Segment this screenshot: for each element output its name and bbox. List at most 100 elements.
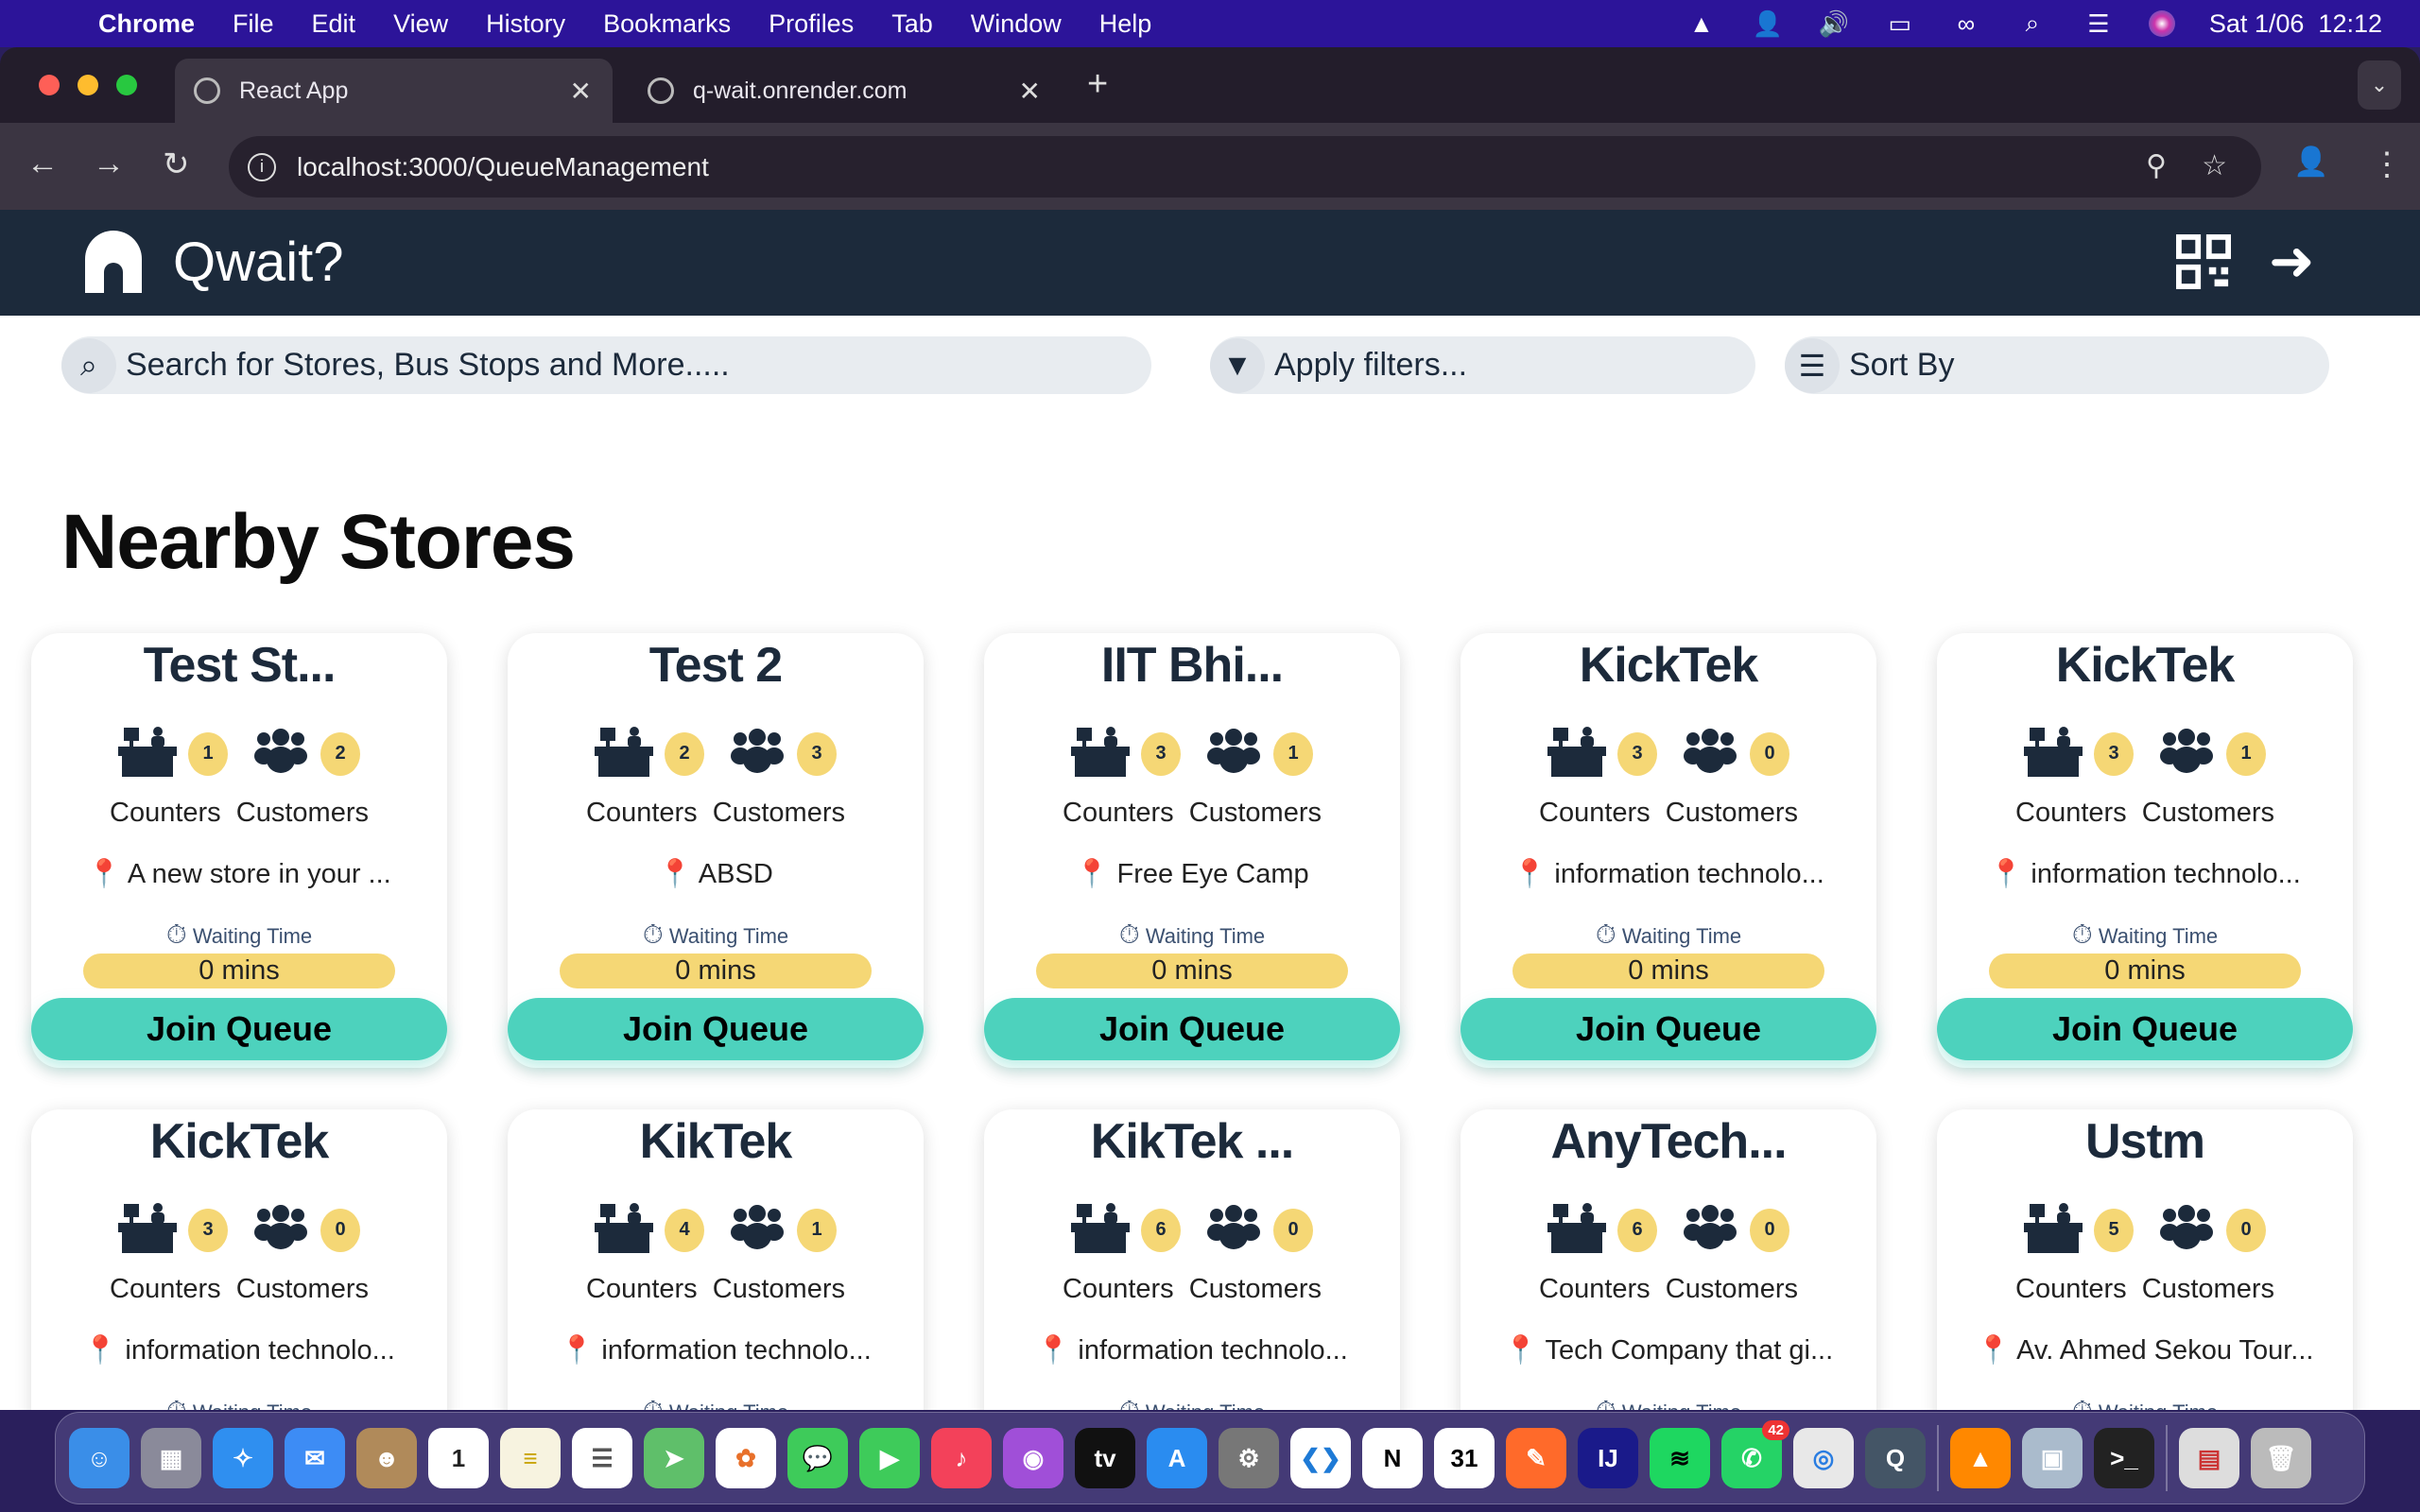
join-queue-button[interactable]: Join Queue bbox=[1461, 998, 1876, 1060]
search-input[interactable]: Search for Stores, Bus Stops and More...… bbox=[126, 347, 730, 384]
siri-icon[interactable] bbox=[2148, 10, 2175, 37]
dock-preview-icon[interactable]: ▣ bbox=[2022, 1428, 2083, 1488]
menu-view[interactable]: View bbox=[393, 9, 448, 39]
search-bar[interactable]: ⌕ Search for Stores, Bus Stops and More.… bbox=[61, 336, 1151, 394]
menu-profiles[interactable]: Profiles bbox=[769, 9, 854, 39]
filters-bar[interactable]: ▼ Apply filters... bbox=[1210, 336, 1755, 394]
clock[interactable]: Sat 1/06 12:12 bbox=[2209, 9, 2382, 39]
counters-count-badge: 1 bbox=[188, 731, 228, 776]
dock-facetime-icon[interactable]: ▶ bbox=[859, 1428, 920, 1488]
menu-window[interactable]: Window bbox=[971, 9, 1062, 39]
menu-history[interactable]: History bbox=[486, 9, 565, 39]
dock-archive-icon[interactable]: ▤ bbox=[2179, 1428, 2239, 1488]
dock-chrome-icon[interactable]: ◎ bbox=[1793, 1428, 1854, 1488]
profile-icon[interactable]: 👤 bbox=[2293, 146, 2328, 179]
dock-safari-icon[interactable]: ✧ bbox=[213, 1428, 273, 1488]
user-icon[interactable]: 👤 bbox=[1752, 9, 1784, 38]
dock-pen-app-icon[interactable]: ✎ bbox=[1506, 1428, 1566, 1488]
stopwatch-icon: ⏱ bbox=[643, 1396, 664, 1410]
store-card[interactable]: Test St... 1 2 Counters Customers 📍 A ne… bbox=[31, 633, 447, 1068]
new-tab-button[interactable]: + bbox=[1087, 64, 1108, 105]
join-queue-button[interactable]: Join Queue bbox=[31, 998, 447, 1060]
dock-whatsapp-icon[interactable]: ✆ 42 bbox=[1721, 1420, 1789, 1488]
stats-labels: Counters Customers bbox=[31, 1274, 447, 1305]
back-button[interactable]: ← bbox=[26, 146, 59, 182]
stats-labels: Counters Customers bbox=[31, 798, 447, 829]
forward-button[interactable]: → bbox=[93, 146, 125, 182]
address-bar[interactable]: i localhost:3000/QueueManagement ⚲ ☆ bbox=[229, 136, 2261, 198]
location-icon[interactable]: ⚲ bbox=[2146, 149, 2167, 182]
dock-reminders-icon[interactable]: ☰ bbox=[572, 1428, 632, 1488]
dock-quicktime-icon[interactable]: Q bbox=[1865, 1428, 1926, 1488]
dock-contacts-icon[interactable]: ☻ bbox=[356, 1428, 417, 1488]
dock-messages-icon[interactable]: 💬 bbox=[787, 1428, 848, 1488]
store-card[interactable]: Test 2 2 3 Counters Customers 📍 ABSD ⏱ W… bbox=[508, 633, 924, 1068]
dock-photos-icon[interactable]: ✿ bbox=[716, 1428, 776, 1488]
store-card[interactable]: KikTek ... 6 0 Counters Customers 📍 info… bbox=[984, 1109, 1400, 1410]
close-window-button[interactable] bbox=[39, 75, 60, 95]
store-card[interactable]: KickTek 3 0 Counters Customers 📍 informa… bbox=[31, 1109, 447, 1410]
dock-podcasts-icon[interactable]: ◉ bbox=[1003, 1428, 1063, 1488]
maximize-window-button[interactable] bbox=[116, 75, 137, 95]
join-queue-button[interactable]: Join Queue bbox=[1937, 998, 2353, 1060]
store-card[interactable]: IIT Bhi... 3 1 Counters Customers 📍 Free… bbox=[984, 633, 1400, 1068]
menu-help[interactable]: Help bbox=[1099, 9, 1152, 39]
dock-vlc-icon[interactable]: ▲ bbox=[1950, 1428, 2011, 1488]
join-queue-button[interactable]: Join Queue bbox=[508, 998, 924, 1060]
location-text: information technolo... bbox=[601, 1335, 872, 1366]
menu-file[interactable]: File bbox=[233, 9, 274, 39]
close-tab-icon[interactable]: ✕ bbox=[570, 76, 592, 107]
dock-calendar-icon[interactable]: 1 bbox=[428, 1428, 489, 1488]
volume-icon[interactable]: 🔊 bbox=[1818, 9, 1850, 38]
close-tab-icon[interactable]: ✕ bbox=[1019, 76, 1041, 107]
store-name: Test 2 bbox=[648, 638, 783, 693]
bookmark-star-icon[interactable]: ☆ bbox=[2202, 149, 2227, 182]
tab-react-app[interactable]: React App ✕ bbox=[175, 59, 613, 123]
site-info-icon[interactable]: i bbox=[248, 152, 276, 181]
store-card[interactable]: AnyTech... 6 0 Counters Customers 📍 Tech… bbox=[1461, 1109, 1876, 1410]
qr-code-icon[interactable] bbox=[2176, 234, 2231, 289]
map-pin-icon: 📍 bbox=[658, 859, 693, 889]
store-card[interactable]: KickTek 3 1 Counters Customers 📍 informa… bbox=[1937, 633, 2353, 1068]
dock-app-store-icon[interactable]: A bbox=[1147, 1428, 1207, 1488]
brand-name[interactable]: Qwait? bbox=[173, 231, 344, 294]
logout-icon[interactable]: ➜ bbox=[2269, 234, 2315, 289]
store-card[interactable]: KickTek 3 0 Counters Customers 📍 informa… bbox=[1461, 633, 1876, 1068]
vlc-icon[interactable]: ▲ bbox=[1685, 9, 1718, 38]
qwait-logo-icon[interactable] bbox=[85, 231, 142, 293]
tab-title: q-wait.onrender.com bbox=[693, 77, 908, 104]
dock-launchpad-icon[interactable]: ▦ bbox=[141, 1428, 201, 1488]
dock-notes-icon[interactable]: ≡ bbox=[500, 1428, 561, 1488]
sort-bar[interactable]: ☰ Sort By bbox=[1785, 336, 2329, 394]
dock-mail-icon[interactable]: ✉ bbox=[285, 1428, 345, 1488]
control-center-icon[interactable]: ☰ bbox=[2083, 9, 2115, 38]
menu-app-name[interactable]: Chrome bbox=[98, 9, 195, 39]
minimize-window-button[interactable] bbox=[78, 75, 98, 95]
dock-music-icon[interactable]: ♪ bbox=[931, 1428, 992, 1488]
menu-bookmarks[interactable]: Bookmarks bbox=[603, 9, 731, 39]
spotlight-search-icon[interactable]: ⌕ bbox=[2016, 9, 2048, 38]
dock-finder-icon[interactable]: ☺ bbox=[69, 1428, 130, 1488]
tab-search-dropdown[interactable]: ⌄ bbox=[2358, 60, 2401, 110]
menu-edit[interactable]: Edit bbox=[312, 9, 356, 39]
join-queue-button[interactable]: Join Queue bbox=[984, 998, 1400, 1060]
dock-spotify-icon[interactable]: ≋ bbox=[1650, 1428, 1710, 1488]
dock-maps-icon[interactable]: ➤ bbox=[644, 1428, 704, 1488]
store-card[interactable]: Ustm 5 0 Counters Customers 📍 Av. Ahmed … bbox=[1937, 1109, 2353, 1410]
dock-vscode-icon[interactable]: ❮❯ bbox=[1290, 1428, 1351, 1488]
reload-button[interactable]: ↻ bbox=[163, 146, 190, 183]
menu-tab[interactable]: Tab bbox=[891, 9, 933, 39]
dock-intellij-icon[interactable]: IJ bbox=[1578, 1428, 1638, 1488]
link-icon[interactable]: ∞ bbox=[1950, 9, 1982, 38]
dock-tv-icon[interactable]: tv bbox=[1075, 1428, 1135, 1488]
dock-system-settings-icon[interactable]: ⚙ bbox=[1219, 1428, 1279, 1488]
url-text[interactable]: localhost:3000/QueueManagement bbox=[297, 152, 709, 182]
browser-menu-icon[interactable]: ⋮ bbox=[2371, 146, 2403, 183]
dock-notion-icon[interactable]: N bbox=[1362, 1428, 1423, 1488]
dock-terminal-icon[interactable]: >_ bbox=[2094, 1428, 2154, 1488]
dock-calendar-31-icon[interactable]: 31 bbox=[1434, 1428, 1495, 1488]
store-card[interactable]: KikTek 4 1 Counters Customers 📍 informat… bbox=[508, 1109, 924, 1410]
dock-trash-icon[interactable]: 🗑 bbox=[2251, 1428, 2311, 1488]
battery-icon[interactable]: ▭ bbox=[1884, 9, 1916, 38]
tab-q-wait[interactable]: q-wait.onrender.com ✕ bbox=[629, 59, 1062, 123]
